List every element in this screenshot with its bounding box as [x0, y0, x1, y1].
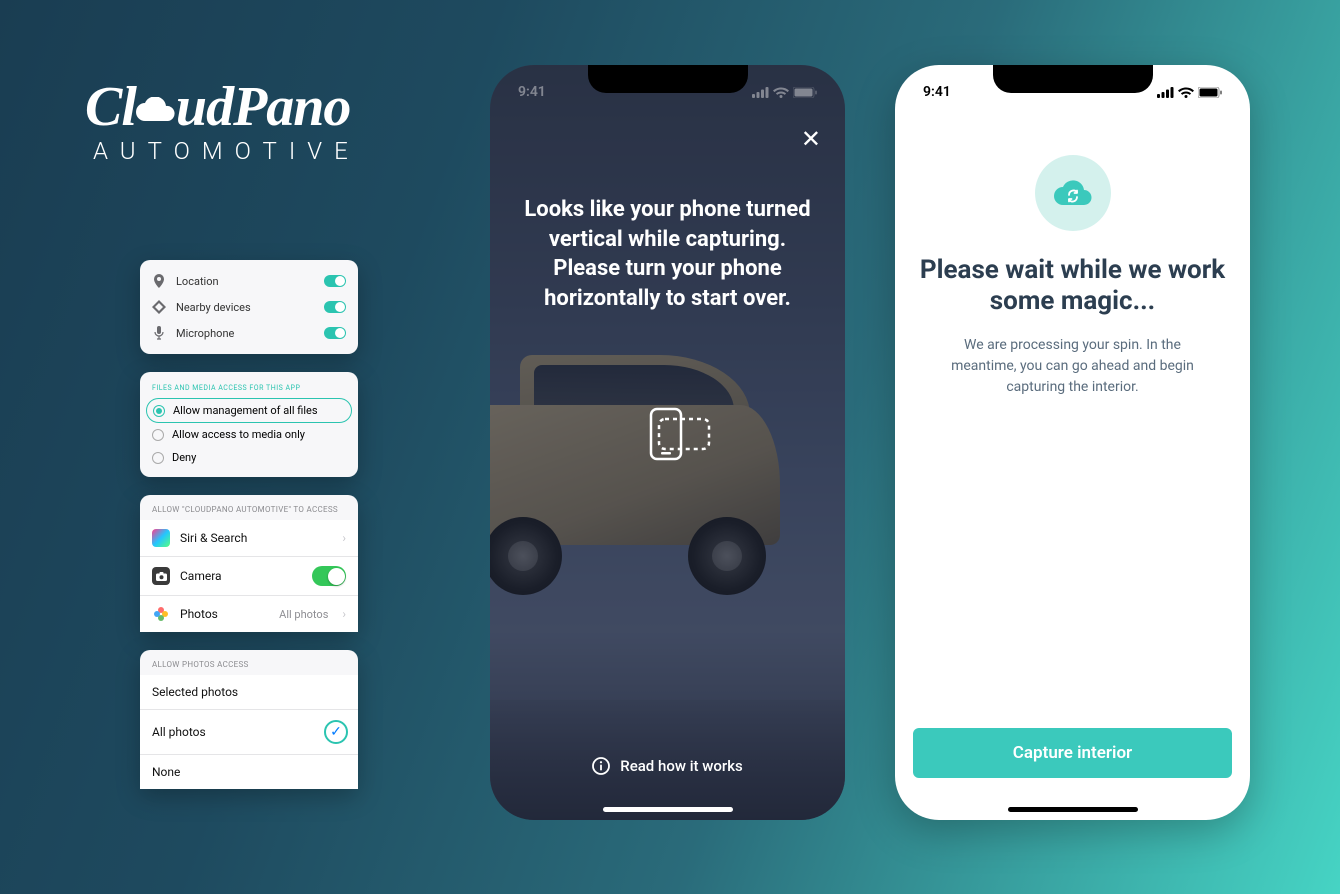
permission-label: Location [176, 275, 314, 288]
wifi-icon [1178, 87, 1194, 98]
toggle-on[interactable] [324, 275, 346, 287]
permission-row-location[interactable]: Location [140, 268, 358, 294]
brand-logo: Cl udPano AUTOMOTIVE [85, 75, 360, 165]
rotate-phone-icon [623, 405, 713, 469]
ios-access-header: ALLOW "CLOUDPANO AUTOMOTIVE" TO ACCESS [140, 495, 358, 520]
ios-row-label: Photos [180, 607, 269, 621]
ios-access-card: ALLOW "CLOUDPANO AUTOMOTIVE" TO ACCESS S… [140, 495, 358, 632]
orientation-message: Looks like your phone turned vertical wh… [518, 195, 817, 314]
toggle-on[interactable] [324, 327, 346, 339]
phone-notch [588, 65, 748, 93]
chevron-right-icon: › [342, 607, 346, 621]
file-option-all[interactable]: Allow management of all files [146, 398, 352, 423]
checkmark-icon: ✓ [324, 720, 348, 744]
processing-body: We are processing your spin. In the mean… [931, 335, 1214, 398]
file-option-label: Allow management of all files [173, 404, 318, 417]
permission-label: Microphone [176, 327, 314, 340]
phone-capture-overlay: 9:41 ✕ Looks like your phone turned vert… [490, 65, 845, 820]
how-it-works-link[interactable]: Read how it works [490, 757, 845, 775]
photos-icon [152, 605, 170, 623]
ios-row-photos[interactable]: Photos All photos › [140, 596, 358, 632]
file-access-card: FILES AND MEDIA ACCESS FOR THIS APP Allo… [140, 372, 358, 477]
settings-cards-column: Location Nearby devices Microphone FILES… [140, 260, 358, 789]
chevron-right-icon: › [342, 531, 346, 545]
phone-notch [993, 65, 1153, 93]
photos-option-label: None [152, 765, 180, 779]
capture-button-label: Capture interior [1013, 743, 1132, 763]
ios-row-value: All photos [279, 608, 328, 621]
info-icon [592, 757, 610, 775]
cloud-icon [134, 97, 178, 125]
signal-icon [1157, 87, 1174, 98]
ios-row-siri[interactable]: Siri & Search › [140, 520, 358, 557]
logo-main: Cl udPano [85, 75, 360, 139]
radio-icon [152, 452, 164, 464]
how-it-works-label: Read how it works [620, 757, 742, 775]
photos-option-label: Selected photos [152, 685, 238, 699]
file-access-header: FILES AND MEDIA ACCESS FOR THIS APP [140, 380, 358, 398]
cloud-sync-icon [1035, 155, 1111, 231]
radio-selected-icon [153, 405, 165, 417]
photos-option-selected[interactable]: Selected photos [140, 675, 358, 710]
toggle-on[interactable] [324, 301, 346, 313]
status-time: 9:41 [923, 84, 951, 100]
permission-row-microphone[interactable]: Microphone [140, 320, 358, 346]
file-option-deny[interactable]: Deny [140, 446, 358, 469]
photos-option-label: All photos [152, 725, 206, 739]
photos-access-card: ALLOW PHOTOS ACCESS Selected photos All … [140, 650, 358, 789]
phone-processing: 9:41 Please wait while we work some magi… [895, 65, 1250, 820]
file-option-label: Deny [172, 451, 196, 464]
microphone-icon [152, 326, 166, 340]
siri-icon [152, 529, 170, 547]
file-option-label: Allow access to media only [172, 428, 305, 441]
home-indicator[interactable] [1008, 807, 1138, 812]
close-button[interactable]: ✕ [801, 125, 821, 153]
permissions-card: Location Nearby devices Microphone [140, 260, 358, 354]
home-indicator[interactable] [603, 807, 733, 812]
toggle-on[interactable] [312, 566, 346, 586]
permission-row-nearby[interactable]: Nearby devices [140, 294, 358, 320]
logo-sub: AUTOMOTIVE [93, 137, 360, 165]
photos-option-none[interactable]: None [140, 755, 358, 789]
processing-title: Please wait while we work some magic... [919, 255, 1226, 317]
photos-access-header: ALLOW PHOTOS ACCESS [140, 650, 358, 675]
camera-icon [152, 567, 170, 585]
location-icon [152, 274, 166, 288]
photos-option-all[interactable]: All photos ✓ [140, 710, 358, 755]
ios-row-label: Camera [180, 569, 302, 583]
permission-label: Nearby devices [176, 301, 314, 314]
ios-row-camera[interactable]: Camera [140, 557, 358, 596]
nearby-icon [152, 300, 166, 314]
status-icons [1157, 87, 1222, 98]
capture-interior-button[interactable]: Capture interior [913, 728, 1232, 778]
radio-icon [152, 429, 164, 441]
file-option-media[interactable]: Allow access to media only [140, 423, 358, 446]
ios-row-label: Siri & Search [180, 531, 328, 545]
battery-icon [1198, 87, 1222, 98]
